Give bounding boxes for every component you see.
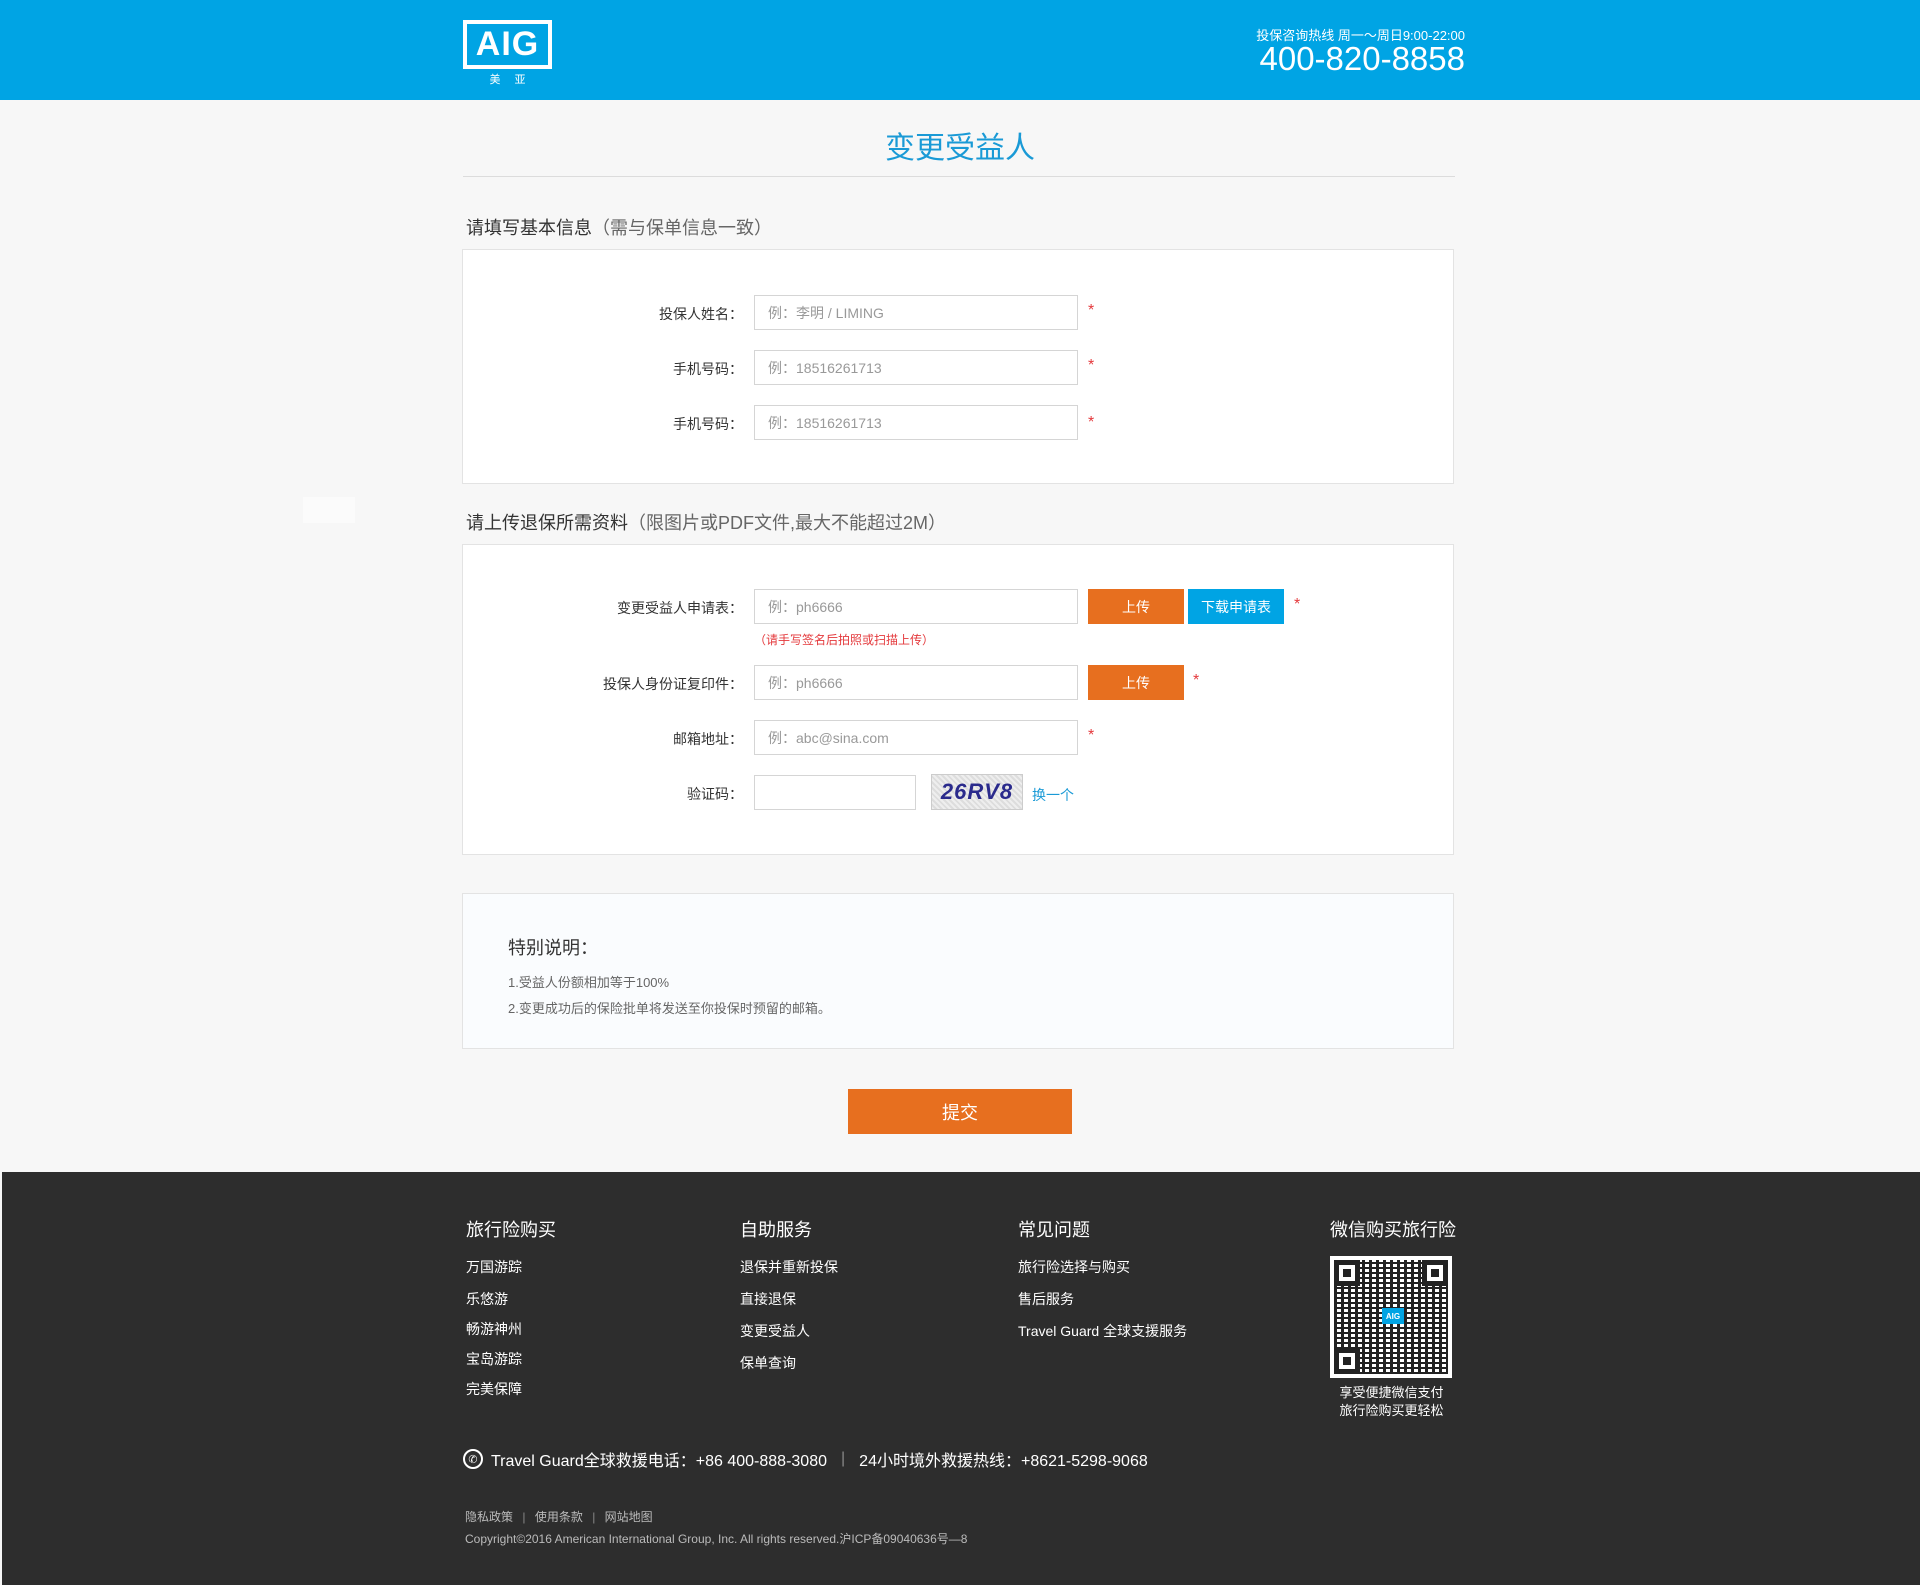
separator: | bbox=[841, 1450, 846, 1467]
privacy-link[interactable]: 隐私政策 bbox=[465, 1510, 513, 1524]
notice-line: 1.受益人份额相加等于100% bbox=[508, 975, 670, 990]
logo-sub-char: 美 bbox=[489, 74, 501, 86]
footer-col-title: 常见问题 bbox=[1018, 1220, 1090, 1240]
id-copy-label: 投保人身份证复印件： bbox=[603, 676, 743, 692]
notice-box: 特别说明： 1.受益人份额相加等于100% 2.变更成功后的保险批单将发送至你投… bbox=[462, 893, 1454, 1049]
footer: 旅行险购买 万国游踪 乐悠游 畅游神州 宝岛游踪 完美保障 自助服务 退保并重新… bbox=[2, 1172, 1920, 1585]
terms-link[interactable]: 使用条款 bbox=[535, 1510, 583, 1524]
required-mark: * bbox=[1294, 596, 1301, 613]
policyholder-name-label: 投保人姓名： bbox=[659, 306, 743, 322]
application-form-input[interactable] bbox=[754, 589, 1078, 624]
footer-link[interactable]: 保单查询 bbox=[740, 1353, 796, 1373]
phone-label-2: 手机号码： bbox=[673, 416, 743, 432]
required-mark: * bbox=[1088, 357, 1095, 374]
phone-input-2[interactable] bbox=[754, 405, 1078, 440]
captcha-image[interactable]: 26RV8 bbox=[931, 774, 1023, 810]
section-title-note: （限图片或PDF文件,最大不能超过2M） bbox=[628, 513, 947, 533]
upload-id-button[interactable]: 上传 bbox=[1088, 665, 1184, 700]
legal-links: 隐私政策 | 使用条款 | 网站地图 bbox=[465, 1508, 653, 1525]
footer-link[interactable]: 万国游踪 bbox=[466, 1257, 522, 1277]
footer-link[interactable]: 售后服务 bbox=[1018, 1289, 1074, 1309]
copyright: Copyright©2016 American International Gr… bbox=[465, 1532, 968, 1546]
overseas-hotline: 24小时境外救援热线：+8621-5298-9068 bbox=[859, 1453, 1148, 1470]
section-title-note: （需与保单信息一致） bbox=[592, 218, 772, 238]
title-divider bbox=[463, 176, 1455, 177]
footer-link[interactable]: 变更受益人 bbox=[740, 1321, 810, 1341]
signature-hint: （请手写签名后拍照或扫描上传） bbox=[754, 633, 935, 647]
upload-application-button[interactable]: 上传 bbox=[1088, 589, 1184, 624]
sitemap-link[interactable]: 网站地图 bbox=[605, 1510, 653, 1524]
qr-caption: 享受便捷微信支付 bbox=[1339, 1385, 1444, 1400]
email-input[interactable] bbox=[754, 720, 1078, 755]
footer-link[interactable]: Travel Guard 全球支援服务 bbox=[1018, 1321, 1187, 1341]
captcha-refresh-link[interactable]: 换一个 bbox=[1032, 785, 1074, 805]
phone-input[interactable] bbox=[754, 350, 1078, 385]
wechat-title: 微信购买旅行险 bbox=[1330, 1220, 1456, 1240]
aig-logo[interactable]: AIG 美 亚 bbox=[463, 20, 552, 87]
logo-subtitle: 美 亚 bbox=[463, 71, 552, 87]
footer-link[interactable]: 直接退保 bbox=[740, 1289, 796, 1309]
download-form-button[interactable]: 下载申请表 bbox=[1188, 589, 1284, 624]
email-label: 邮箱地址： bbox=[673, 731, 743, 747]
submit-button[interactable]: 提交 bbox=[848, 1089, 1072, 1134]
page-title: 变更受益人 bbox=[885, 132, 1035, 165]
upload-panel: 变更受益人申请表： 上传 下载申请表 * （请手写签名后拍照或扫描上传） 投保人… bbox=[462, 544, 1454, 855]
section-basic-info-title: 请填写基本信息（需与保单信息一致） bbox=[466, 214, 772, 240]
required-mark: * bbox=[1193, 672, 1200, 689]
hotline-number: 400-820-8858 bbox=[1259, 40, 1465, 77]
required-mark: * bbox=[1088, 414, 1095, 431]
section-upload-title: 请上传退保所需资料（限图片或PDF文件,最大不能超过2M） bbox=[466, 509, 946, 535]
section-title-text: 请上传退保所需资料 bbox=[466, 513, 628, 533]
policyholder-name-input[interactable] bbox=[754, 295, 1078, 330]
required-mark: * bbox=[1088, 302, 1095, 319]
separator: | bbox=[592, 1510, 596, 1524]
notice-title: 特别说明： bbox=[508, 938, 598, 958]
application-form-label: 变更受益人申请表： bbox=[617, 600, 743, 616]
footer-col-title: 自助服务 bbox=[740, 1220, 812, 1240]
captcha-label: 验证码： bbox=[687, 786, 743, 802]
footer-col-title: 旅行险购买 bbox=[466, 1220, 556, 1240]
footer-link[interactable]: 退保并重新投保 bbox=[740, 1257, 838, 1277]
footer-link[interactable]: 乐悠游 bbox=[466, 1289, 508, 1309]
footer-link[interactable]: 宝岛游踪 bbox=[466, 1349, 522, 1369]
basic-info-panel: 投保人姓名： * 手机号码： * 手机号码： * bbox=[462, 249, 1454, 484]
logo-sub-char: 亚 bbox=[514, 74, 526, 86]
required-mark: * bbox=[1088, 727, 1095, 744]
phone-label: 手机号码： bbox=[673, 361, 743, 377]
separator: | bbox=[522, 1510, 526, 1524]
rescue-phone: Travel Guard全球救援电话：+86 400-888-3080 bbox=[491, 1453, 828, 1470]
footer-link[interactable]: 完美保障 bbox=[466, 1379, 522, 1399]
qr-caption: 旅行险购买更轻松 bbox=[1339, 1403, 1444, 1418]
section-title-text: 请填写基本信息 bbox=[466, 218, 592, 238]
footer-link[interactable]: 畅游神州 bbox=[466, 1319, 522, 1339]
phone-icon: ✆ bbox=[463, 1449, 483, 1469]
footer-link[interactable]: 旅行险选择与购买 bbox=[1018, 1257, 1130, 1277]
id-copy-input[interactable] bbox=[754, 665, 1078, 700]
notice-line: 2.变更成功后的保险批单将发送至你投保时预留的邮箱。 bbox=[508, 1001, 831, 1016]
rescue-hotline: ✆ Travel Guard全球救援电话：+86 400-888-3080 | … bbox=[463, 1447, 1148, 1471]
wechat-qr-code: AIG bbox=[1330, 1256, 1452, 1378]
qr-aig-logo: AIG bbox=[1382, 1308, 1404, 1324]
logo-box: AIG bbox=[463, 20, 552, 69]
top-header: AIG 美 亚 投保咨询热线 周一～周日9:00-22:00 400-820-8… bbox=[0, 0, 1920, 100]
ghost-block bbox=[303, 497, 355, 523]
captcha-input[interactable] bbox=[754, 775, 916, 810]
